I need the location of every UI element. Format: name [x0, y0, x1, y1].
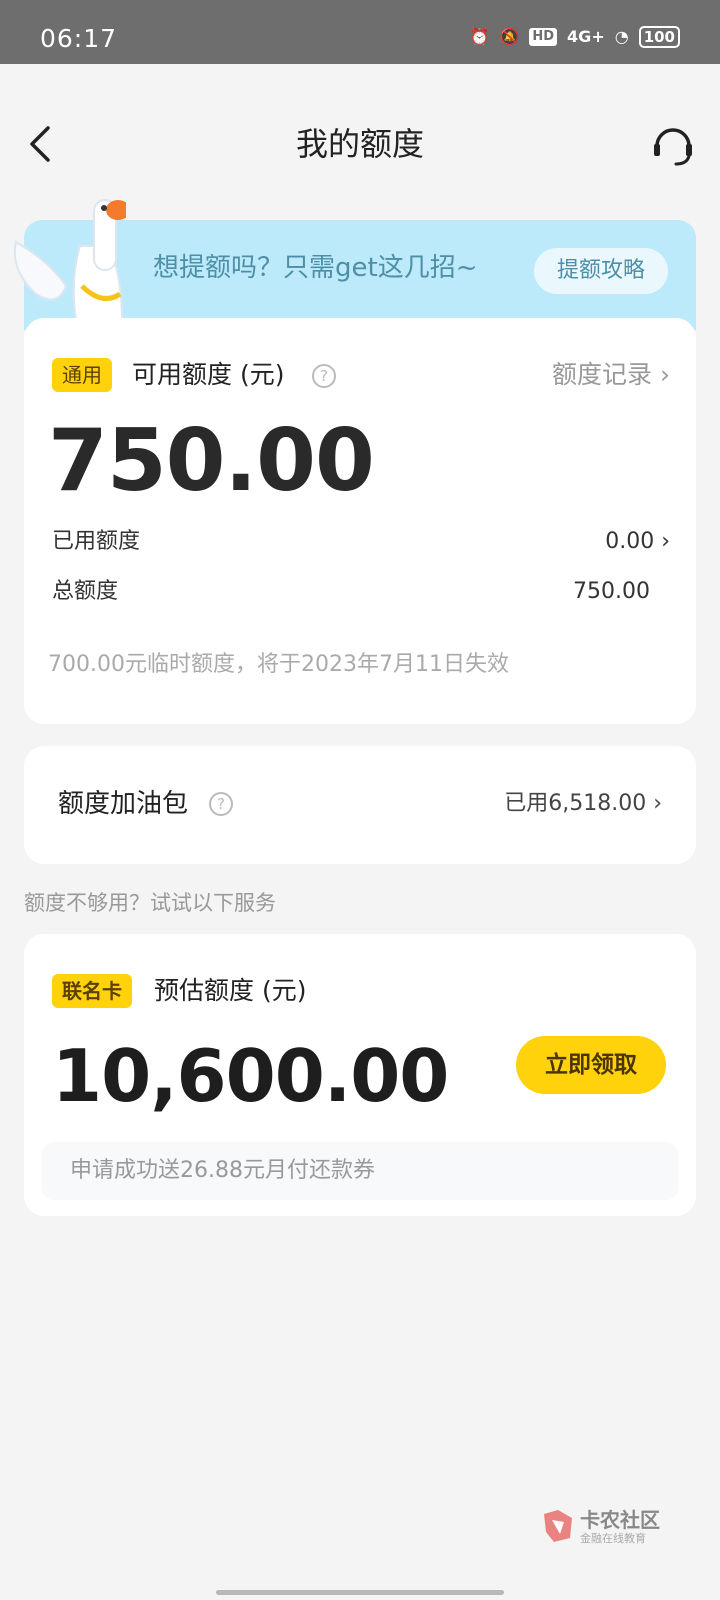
page-title: 我的额度: [295, 125, 424, 163]
watermark-title: 卡农社区: [580, 1508, 660, 1532]
customer-service-button[interactable]: [650, 122, 696, 168]
coupon-text: 申请成功送26.88元月付还款券: [70, 1158, 375, 1183]
claim-now-button[interactable]: 立即领取: [516, 1036, 666, 1094]
temporary-quota-note: 700.00元临时额度，将于2023年7月11日失效: [48, 652, 509, 677]
quota-boost-card[interactable]: 额度加油包 ? 已用6,518.00 ›: [24, 746, 696, 864]
watermark-logo-icon: [544, 1510, 572, 1542]
mute-icon: 🔕: [499, 27, 520, 46]
promo-text: 想提额吗？只需get这几招~: [153, 253, 478, 283]
question-circle-icon[interactable]: ?: [312, 364, 336, 388]
status-icons: ⏰ 🔕 HD 4G+ ◔ 100: [470, 26, 680, 48]
cobrand-tag: 联名卡: [52, 974, 132, 1008]
general-tag: 通用: [52, 358, 112, 392]
used-quota-label: 已用额度: [52, 529, 141, 554]
hd-badge: HD: [529, 28, 558, 46]
watermark: 卡农社区 金融在线教育: [540, 1508, 670, 1550]
quota-card: 通用 可用额度 (元) ? 额度记录 › 750.00 已用额度 0.00 › …: [24, 318, 696, 724]
battery-icon: 100: [638, 26, 680, 48]
coupon-strip: 申请成功送26.88元月付还款券: [42, 1142, 678, 1200]
watermark-subtitle: 金融在线教育: [580, 1532, 646, 1545]
status-time: 06:17: [40, 24, 118, 53]
home-indicator[interactable]: [216, 1590, 504, 1595]
status-bar: 06:17 ⏰ 🔕 HD 4G+ ◔ 100: [0, 0, 720, 64]
used-quota-value[interactable]: 0.00 ›: [605, 526, 670, 558]
available-quota-label: 可用额度 (元): [132, 360, 285, 389]
section-hint: 额度不够用？试试以下服务: [24, 891, 276, 915]
estimated-amount: 10,600.00: [52, 1034, 449, 1118]
total-quota-label: 总额度: [52, 579, 119, 604]
network-label: 4G+: [567, 27, 605, 46]
estimated-quota-label: 预估额度 (元): [154, 976, 307, 1005]
available-amount: 750.00: [48, 411, 375, 511]
quota-boost-title: 额度加油包: [58, 789, 189, 819]
wifi-icon: ◔: [614, 27, 629, 46]
headset-icon: [654, 128, 692, 166]
quota-record-link[interactable]: 额度记录 ›: [552, 358, 670, 392]
cobrand-card: 联名卡 预估额度 (元) 10,600.00 立即领取 申请成功送26.88元月…: [24, 934, 696, 1216]
question-circle-icon[interactable]: ?: [209, 792, 233, 816]
raise-limit-guide-button[interactable]: 提额攻略: [534, 248, 668, 294]
total-quota-value: 750.00: [573, 579, 650, 604]
quota-boost-used: 已用6,518.00 ›: [504, 791, 662, 816]
goose-mascot-icon: [14, 199, 126, 320]
alarm-icon: ⏰: [469, 27, 490, 46]
